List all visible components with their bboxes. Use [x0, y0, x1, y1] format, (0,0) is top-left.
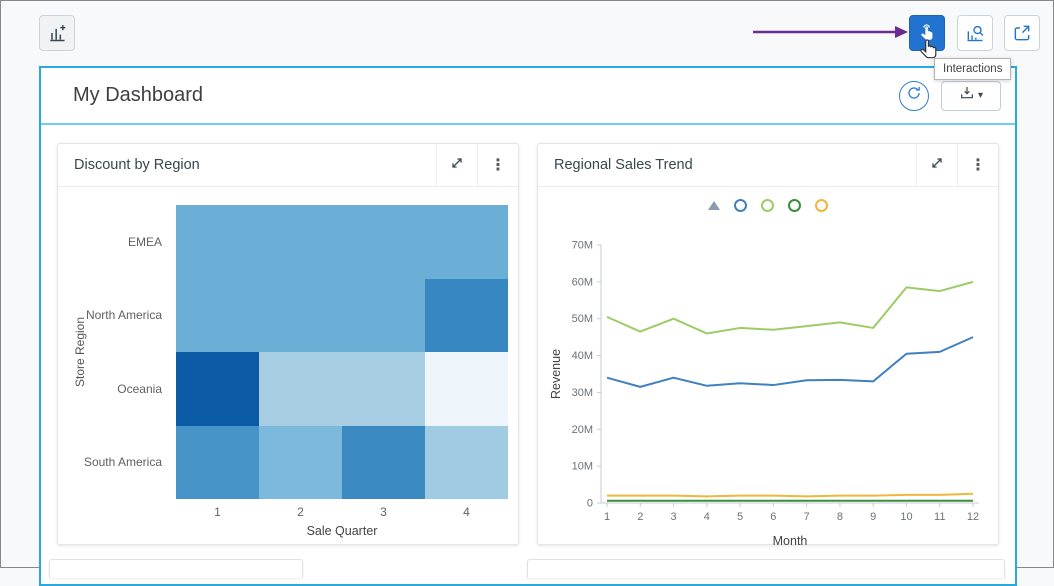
- heatmap-cell[interactable]: [425, 205, 508, 279]
- axis-label: 40M: [572, 350, 593, 362]
- axis-label: 1: [604, 511, 610, 523]
- heatmap-cell[interactable]: [342, 205, 425, 279]
- axis-label: 9: [870, 511, 876, 523]
- expand-button[interactable]: [436, 144, 477, 186]
- y-tick-label: Oceania: [58, 352, 174, 426]
- expand-button[interactable]: [916, 144, 957, 186]
- heatmap-cell[interactable]: [259, 352, 342, 426]
- card-title: Regional Sales Trend: [538, 157, 693, 173]
- axis-label: 20M: [572, 424, 593, 436]
- axis-label: 8: [837, 511, 843, 523]
- axis-label: 2: [637, 511, 643, 523]
- card-regional-sales-trend: Regional Sales Trend ⋮: [537, 143, 999, 545]
- card-header: Regional Sales Trend ⋮: [538, 144, 998, 187]
- tooltip: Interactions: [934, 58, 1011, 80]
- line-legend: [538, 199, 998, 212]
- card-discount-by-region: Discount by Region ⋮ Store Regi: [57, 143, 519, 545]
- axis-label: 6: [770, 511, 776, 523]
- axis-label: 70M: [572, 240, 593, 252]
- axis-label: 30M: [572, 387, 593, 399]
- line-chart[interactable]: 010M20M30M40M50M60M70M123456789101112Mon…: [538, 187, 998, 544]
- heatmap-cell[interactable]: [342, 279, 425, 353]
- axis-label: 50M: [572, 313, 593, 325]
- axis-label: 7: [804, 511, 810, 523]
- card-header: Discount by Region ⋮: [58, 144, 518, 187]
- chevron-down-icon: ▾: [978, 91, 983, 101]
- y-tick-label: EMEA: [58, 205, 174, 279]
- chart-magnifier-icon: [965, 23, 985, 43]
- heatmap-cell[interactable]: [259, 279, 342, 353]
- heatmap-y-ticks: EMEANorth AmericaOceaniaSouth America: [58, 205, 174, 499]
- dashboard-panel: My Dashboard ▾: [39, 66, 1017, 586]
- axis-label: Month: [773, 534, 808, 548]
- legend-marker-icon[interactable]: [734, 199, 747, 212]
- cards-row: Discount by Region ⋮ Store Regi: [41, 125, 1015, 545]
- heatmap-cell[interactable]: [425, 279, 508, 353]
- heatmap-cell[interactable]: [259, 426, 342, 500]
- next-row-card-partial: [49, 559, 303, 578]
- expand-icon: [929, 155, 945, 176]
- heatmap-cell[interactable]: [425, 352, 508, 426]
- card-title: Discount by Region: [58, 157, 200, 173]
- legend-marker-icon[interactable]: [761, 199, 774, 212]
- add-chart-button[interactable]: [39, 15, 75, 51]
- x-tick-label: 1: [176, 505, 259, 519]
- refresh-button[interactable]: [899, 81, 929, 111]
- legend-triangle-icon[interactable]: [708, 201, 720, 210]
- maximize-icon: [1012, 23, 1032, 43]
- x-tick-label: 3: [342, 505, 425, 519]
- heatmap-cell[interactable]: [342, 352, 425, 426]
- dashboard-header: My Dashboard ▾: [41, 68, 1015, 125]
- expand-icon: [449, 155, 465, 176]
- axis-label: 12: [967, 511, 979, 523]
- axis-label: 10M: [572, 461, 593, 473]
- heatmap-cell[interactable]: [259, 205, 342, 279]
- heatmap-cell[interactable]: [176, 205, 259, 279]
- card-menu-button[interactable]: ⋮: [957, 144, 998, 186]
- maximize-button[interactable]: [1004, 15, 1040, 51]
- axis-label: 60M: [572, 276, 593, 288]
- axis-label: Revenue: [549, 349, 563, 399]
- heatmap-cell[interactable]: [176, 279, 259, 353]
- next-row-card-partial: [527, 559, 1005, 578]
- export-icon: [959, 85, 975, 106]
- heatmap-chart[interactable]: Store Region EMEANorth AmericaOceaniaSou…: [58, 187, 518, 544]
- card-menu-button[interactable]: ⋮: [477, 144, 518, 186]
- y-tick-label: North America: [58, 279, 174, 353]
- add-chart-icon: [47, 23, 67, 43]
- export-button[interactable]: ▾: [941, 81, 1001, 111]
- axis-label: 4: [704, 511, 710, 523]
- line-series-blue[interactable]: [607, 337, 973, 387]
- x-tick-label: 4: [425, 505, 508, 519]
- chart-zoom-button[interactable]: [957, 15, 993, 51]
- heatmap-cell[interactable]: [342, 426, 425, 500]
- y-tick-label: South America: [58, 426, 174, 500]
- line-series-orange[interactable]: [607, 494, 973, 497]
- page-title: My Dashboard: [73, 84, 203, 107]
- dashboard-actions: ▾: [899, 81, 1001, 111]
- kebab-menu-icon: ⋮: [970, 155, 986, 175]
- heatmap-x-axis-title: Sale Quarter: [176, 524, 508, 538]
- x-tick-label: 2: [259, 505, 342, 519]
- line-series-light-green[interactable]: [607, 282, 973, 334]
- cursor-pointer-icon: [918, 38, 940, 62]
- line-chart-svg[interactable]: 010M20M30M40M50M60M70M123456789101112Mon…: [547, 231, 991, 553]
- axis-label: 10: [900, 511, 912, 523]
- axis-label: 3: [670, 511, 676, 523]
- heatmap-cell[interactable]: [425, 426, 508, 500]
- card-tools: ⋮: [916, 144, 998, 186]
- heatmap-cell[interactable]: [176, 426, 259, 500]
- card-tools: ⋮: [436, 144, 518, 186]
- kebab-menu-icon: ⋮: [490, 155, 506, 175]
- axis-label: 11: [934, 511, 945, 523]
- refresh-icon: [906, 85, 922, 106]
- axis-label: 5: [737, 511, 743, 523]
- legend-marker-icon[interactable]: [815, 199, 828, 212]
- annotation-arrow: [751, 25, 909, 39]
- heatmap-grid: [176, 205, 508, 499]
- heatmap-x-ticks: 1234: [176, 505, 508, 519]
- axis-label: 0: [587, 498, 593, 510]
- legend-marker-icon[interactable]: [788, 199, 801, 212]
- heatmap-cell[interactable]: [176, 352, 259, 426]
